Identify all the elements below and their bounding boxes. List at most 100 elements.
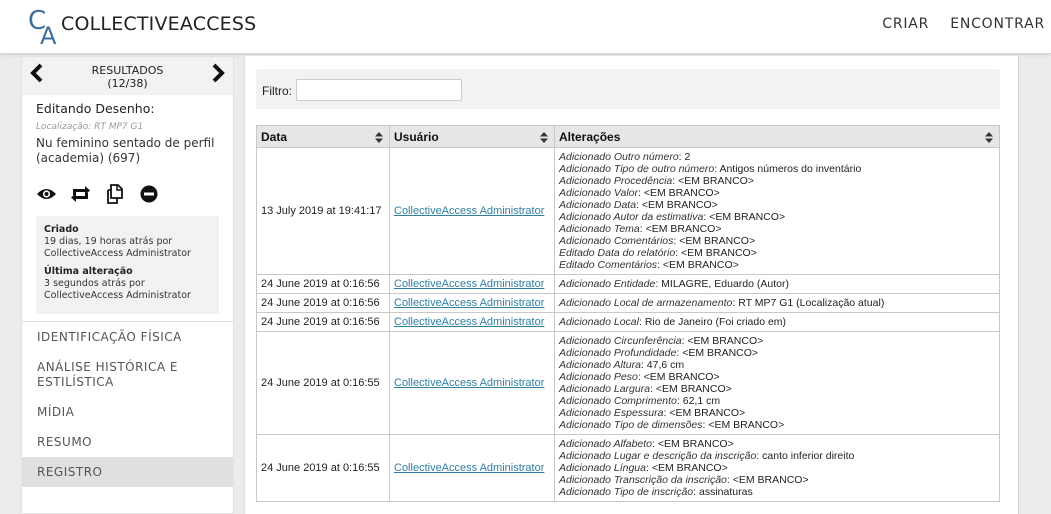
filter-input[interactable] bbox=[296, 79, 462, 101]
editing-title: Editando Desenho: bbox=[36, 101, 155, 116]
table-row: 24 June 2019 at 0:16:55 CollectiveAccess … bbox=[256, 331, 1000, 435]
change-field: Adicionado Tipo de dimensões bbox=[559, 419, 703, 431]
top-nav: CRIAR ENCONTRAR bbox=[882, 16, 1045, 32]
change-line: Adicionado Comentários: <EM BRANCO> bbox=[559, 235, 756, 247]
nav-criar[interactable]: CRIAR bbox=[882, 16, 929, 32]
section-identificacao-fisica[interactable]: IDENTIFICAÇÃO FÍSICA bbox=[22, 322, 233, 352]
change-field: Adicionado Tipo de inscrição bbox=[559, 486, 694, 498]
user-link[interactable]: CollectiveAccess Administrator bbox=[394, 297, 544, 309]
modified-value: 3 segundos atrás por CollectiveAccess Ad… bbox=[44, 278, 191, 301]
logo-letter-a: A bbox=[40, 22, 57, 50]
change-log-body: 13 July 2019 at 19:41:17 CollectiveAccess… bbox=[256, 147, 1000, 502]
change-line: Adicionado Alfabeto: <EM BRANCO> bbox=[559, 438, 734, 450]
row-changes: Adicionado Local: Rio de Janeiro (Foi cr… bbox=[554, 312, 1000, 332]
section-resumo[interactable]: RESUMO bbox=[22, 427, 233, 457]
change-value: Rio de Janeiro (Foi criado em) bbox=[644, 316, 787, 328]
change-field: Adicionado Peso bbox=[559, 371, 638, 383]
change-log-table: Data Usuário Alterações 13 July 2019 at … bbox=[256, 125, 1000, 502]
change-value: <EM BRANCO> bbox=[669, 407, 746, 419]
change-field: Editado Data do relatório bbox=[559, 247, 676, 259]
swap-icon[interactable] bbox=[70, 184, 91, 205]
table-header-row: Data Usuário Alterações bbox=[256, 125, 1000, 148]
duplicate-icon[interactable] bbox=[104, 183, 125, 205]
change-line: Adicionado Data: <EM BRANCO> bbox=[559, 199, 718, 211]
section-analise-historica[interactable]: ANÁLISE HISTÓRICA E ESTILÍSTICA bbox=[22, 352, 233, 397]
change-line: Adicionado Tema: <EM BRANCO> bbox=[559, 223, 722, 235]
change-value: <EM BRANCO> bbox=[643, 187, 720, 199]
editing-info: Editando Desenho: Localização: RT MP7 G1… bbox=[22, 95, 233, 166]
table-row: 13 July 2019 at 19:41:17 CollectiveAccess… bbox=[256, 147, 1000, 275]
inspector-panel: RESULTADOS (12/38) Editando Desenho: Loc… bbox=[21, 56, 234, 514]
user-link[interactable]: CollectiveAccess Administrator bbox=[394, 377, 544, 389]
row-user-cell: CollectiveAccess Administrator bbox=[389, 274, 555, 294]
section-nav: IDENTIFICAÇÃO FÍSICA ANÁLISE HISTÓRICA E… bbox=[22, 321, 233, 487]
column-header-user[interactable]: Usuário bbox=[389, 125, 555, 148]
row-date: 24 June 2019 at 0:16:55 bbox=[256, 331, 390, 435]
results-count: (12/38) bbox=[107, 77, 148, 90]
row-user-cell: CollectiveAccess Administrator bbox=[389, 293, 555, 313]
object-name: Nu feminino sentado de perfil (academia)… bbox=[36, 136, 215, 165]
change-field: Adicionado Entidade bbox=[559, 278, 656, 290]
change-line: Adicionado Tipo de dimensões: <EM BRANCO… bbox=[559, 419, 785, 431]
change-value: <EM BRANCO> bbox=[678, 175, 754, 187]
nav-encontrar[interactable]: ENCONTRAR bbox=[950, 16, 1045, 32]
previous-result-button[interactable] bbox=[22, 57, 52, 89]
change-field: Adicionado Local de armazenamento bbox=[559, 297, 733, 309]
row-changes: Adicionado Entidade: MILAGRE, Eduardo (A… bbox=[554, 274, 1000, 294]
column-header-changes[interactable]: Alterações bbox=[554, 125, 1000, 148]
change-value: 47,6 cm bbox=[646, 359, 685, 371]
change-value: <EM BRANCO> bbox=[679, 235, 756, 247]
row-user-cell: CollectiveAccess Administrator bbox=[389, 312, 555, 332]
change-field: Adicionado Altura bbox=[559, 359, 641, 371]
change-value: <EM BRANCO> bbox=[655, 383, 732, 395]
change-line: Adicionado Circunferência: <EM BRANCO> bbox=[559, 335, 764, 347]
user-link[interactable]: CollectiveAccess Administrator bbox=[394, 278, 544, 290]
change-line: Adicionado Transcrição da inscrição: <EM… bbox=[559, 474, 809, 486]
brand-name[interactable]: COLLECTIVEACCESS bbox=[61, 13, 256, 35]
row-changes: Adicionado Circunferência: <EM BRANCO> Ad… bbox=[554, 331, 1000, 435]
change-line: Adicionado Autor da estimativa: <EM BRAN… bbox=[559, 211, 786, 223]
row-date: 24 June 2019 at 0:16:55 bbox=[256, 434, 390, 502]
user-link[interactable]: CollectiveAccess Administrator bbox=[394, 205, 544, 217]
change-field: Adicionado Largura bbox=[559, 383, 651, 395]
row-user-cell: CollectiveAccess Administrator bbox=[389, 331, 555, 435]
user-link[interactable]: CollectiveAccess Administrator bbox=[394, 462, 544, 474]
change-value: <EM BRANCO> bbox=[645, 223, 722, 235]
change-line: Adicionado Local: Rio de Janeiro (Foi cr… bbox=[559, 316, 787, 328]
modified-label: Última alteração bbox=[44, 266, 133, 277]
sort-icon bbox=[540, 132, 548, 143]
current-location: Localização: RT MP7 G1 bbox=[36, 122, 144, 132]
column-header-label: Data bbox=[261, 129, 288, 144]
change-field: Adicionado Comentários bbox=[559, 235, 674, 247]
section-midia[interactable]: MÍDIA bbox=[22, 397, 233, 427]
table-row: 24 June 2019 at 0:16:55 CollectiveAccess … bbox=[256, 434, 1000, 502]
table-row: 24 June 2019 at 0:16:56 CollectiveAccess … bbox=[256, 312, 1000, 332]
change-field: Adicionado Local bbox=[559, 316, 639, 328]
column-header-label: Alterações bbox=[559, 129, 621, 144]
next-result-button[interactable] bbox=[203, 57, 233, 89]
top-bar: C A COLLECTIVEACCESS CRIAR ENCONTRAR bbox=[0, 0, 1051, 54]
eye-icon[interactable] bbox=[36, 184, 57, 205]
delete-icon[interactable] bbox=[138, 184, 159, 205]
user-link[interactable]: CollectiveAccess Administrator bbox=[394, 316, 544, 328]
change-value: <EM BRANCO> bbox=[662, 259, 739, 271]
row-date: 24 June 2019 at 0:16:56 bbox=[256, 274, 390, 294]
filter-bar: Filtro: bbox=[256, 69, 1000, 109]
change-value: Antigos números do inventário bbox=[719, 163, 862, 175]
collectiveaccess-logo[interactable]: C A bbox=[26, 6, 62, 50]
change-value: assinaturas bbox=[699, 486, 753, 498]
filter-label: Filtro: bbox=[262, 84, 292, 98]
created-value: 19 dias, 19 horas atrás por CollectiveAc… bbox=[44, 236, 191, 259]
change-field: Adicionado Alfabeto bbox=[559, 438, 653, 450]
section-registro[interactable]: REGISTRO bbox=[22, 457, 233, 487]
change-value: <EM BRANCO> bbox=[682, 347, 759, 359]
column-header-date[interactable]: Data bbox=[256, 125, 390, 148]
sort-icon bbox=[375, 132, 383, 143]
change-line: Editado Comentários: <EM BRANCO> bbox=[559, 259, 739, 271]
change-field: Adicionado Data bbox=[559, 199, 637, 211]
record-actions bbox=[22, 166, 233, 208]
change-line: Editado Data do relatório: <EM BRANCO> bbox=[559, 247, 757, 259]
row-date: 24 June 2019 at 0:16:56 bbox=[256, 312, 390, 332]
results-label: RESULTADOS bbox=[91, 64, 164, 77]
results-counter: RESULTADOS (12/38) bbox=[62, 64, 193, 90]
